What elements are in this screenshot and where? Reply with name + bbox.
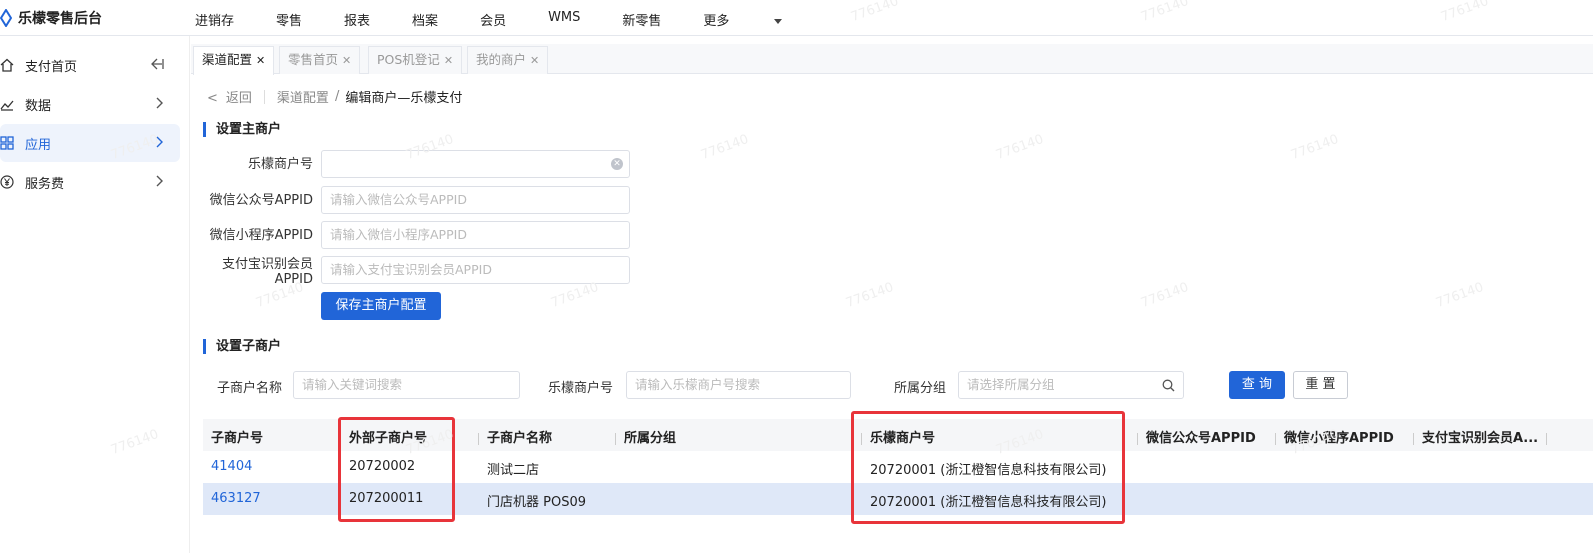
sidebar-item-label: 应用 bbox=[25, 137, 52, 153]
sub-merchant-name-search[interactable]: 请输入关键词搜索 bbox=[293, 371, 520, 399]
filter-label: 所属分组 bbox=[894, 381, 947, 396]
breadcrumb-separator: / bbox=[334, 89, 340, 104]
close-icon[interactable]: ✕ bbox=[530, 54, 539, 67]
search-icon bbox=[1162, 379, 1175, 392]
nav-item-reports[interactable]: 报表 bbox=[344, 10, 370, 29]
sidebar: 支付首页 数据 应用 服务费 bbox=[0, 36, 190, 553]
sidebar-item-pay-home[interactable]: 支付首页 bbox=[0, 46, 180, 84]
nav-item-more[interactable]: 更多 bbox=[703, 10, 783, 29]
nav-item-inventory[interactable]: 进销存 bbox=[195, 10, 234, 29]
tab-label: 零售首页 bbox=[288, 52, 339, 67]
tab-retail-home[interactable]: 零售首页 ✕ bbox=[279, 46, 361, 74]
query-button[interactable]: 查 询 bbox=[1229, 371, 1285, 399]
back-link[interactable]: < 返回 bbox=[207, 87, 252, 106]
column-header: 微信公众号APPID bbox=[1137, 427, 1256, 446]
field-label: 微信小程序APPID bbox=[209, 228, 313, 243]
yen-icon bbox=[0, 175, 14, 189]
logo-icon bbox=[0, 9, 12, 27]
filter-label: 子商户名称 bbox=[217, 381, 283, 396]
clear-icon[interactable]: ✕ bbox=[611, 158, 623, 170]
table-cell: 门店机器 POS09 bbox=[487, 495, 586, 510]
sub-merchant-id-link[interactable]: 41404 bbox=[211, 459, 252, 474]
nav-item-wms[interactable]: WMS bbox=[548, 10, 580, 29]
sidebar-item-service-fee[interactable]: 服务费 bbox=[0, 163, 180, 201]
chevron-left-icon: < bbox=[207, 91, 218, 106]
main-merchant-title: 设置主商户 bbox=[203, 122, 281, 137]
grid-icon bbox=[0, 136, 14, 150]
save-main-merchant-button[interactable]: 保存主商户配置 bbox=[321, 292, 441, 320]
top-navbar: 乐檬零售后台 进销存 零售 报表 档案 会员 WMS 新零售 更多 bbox=[0, 0, 1593, 36]
tab-my-merchant[interactable]: 我的商户 ✕ bbox=[467, 46, 549, 74]
sidebar-item-label: 服务费 bbox=[25, 176, 65, 192]
chevron-right-icon bbox=[156, 175, 163, 187]
tab-channel-config[interactable]: 渠道配置 ✕ bbox=[193, 46, 275, 75]
field-label: 微信公众号APPID bbox=[209, 193, 313, 208]
sidebar-item-data[interactable]: 数据 bbox=[0, 85, 180, 123]
breadcrumb: < 返回 渠道配置 / 编辑商户—乐檬支付 bbox=[207, 87, 462, 106]
chevron-right-icon bbox=[156, 97, 163, 109]
wechat-miniprogram-appid-input[interactable]: 请输入微信小程序APPID bbox=[321, 221, 630, 249]
column-header-label: 子商户名称 bbox=[487, 431, 553, 446]
nav-item-member[interactable]: 会员 bbox=[480, 10, 506, 29]
column-header: 支付宝识别会员A... bbox=[1413, 427, 1555, 446]
lemeng-merchant-id-search[interactable]: 请输入乐檬商户号搜索 bbox=[626, 371, 851, 399]
divider bbox=[263, 89, 265, 104]
brand[interactable]: 乐檬零售后台 bbox=[0, 8, 102, 28]
alipay-member-appid-input[interactable]: 请输入支付宝识别会员APPID bbox=[321, 256, 630, 284]
main-nav: 进销存 零售 报表 档案 会员 WMS 新零售 更多 bbox=[195, 10, 824, 29]
tab-pos-register[interactable]: POS机登记 ✕ bbox=[368, 46, 463, 74]
chart-icon bbox=[0, 100, 14, 111]
nav-item-new-retail[interactable]: 新零售 bbox=[622, 10, 661, 29]
breadcrumb-parent[interactable]: 渠道配置 bbox=[277, 87, 329, 106]
tab-label: POS机登记 bbox=[377, 52, 440, 67]
back-label: 返回 bbox=[225, 91, 252, 106]
tab-label: 我的商户 bbox=[476, 52, 527, 67]
column-header-label: 微信公众号APPID bbox=[1146, 431, 1256, 446]
highlight-box-lemeng-id bbox=[851, 411, 1125, 524]
sub-merchant-id-link[interactable]: 463127 bbox=[211, 491, 261, 506]
home-icon bbox=[0, 58, 14, 72]
close-icon[interactable]: ✕ bbox=[256, 54, 265, 67]
group-select[interactable]: 请选择所属分组 bbox=[958, 371, 1184, 399]
collapse-sidebar-icon[interactable] bbox=[150, 57, 164, 71]
nav-more-label: 更多 bbox=[703, 14, 730, 29]
nav-item-retail[interactable]: 零售 bbox=[276, 10, 302, 29]
column-header: 子商户名称 bbox=[478, 427, 552, 446]
column-header: 子商户号 bbox=[211, 431, 264, 446]
column-header: 所属分组 bbox=[615, 427, 676, 446]
caret-down-icon bbox=[774, 19, 783, 24]
reset-button[interactable]: 重 置 bbox=[1293, 371, 1348, 399]
tab-bar: 渠道配置 ✕ 零售首页 ✕ POS机登记 ✕ 我的商户 ✕ bbox=[191, 44, 1593, 75]
table-cell: 测试二店 bbox=[487, 463, 540, 478]
brand-name: 乐檬零售后台 bbox=[18, 11, 102, 27]
tab-label: 渠道配置 bbox=[202, 52, 253, 67]
select-placeholder: 请选择所属分组 bbox=[967, 377, 1055, 392]
sidebar-item-label: 数据 bbox=[25, 98, 52, 114]
nav-item-archive[interactable]: 档案 bbox=[412, 10, 438, 29]
column-header-label: 支付宝识别会员A... bbox=[1422, 431, 1539, 446]
lemeng-merchant-id-input[interactable]: ✕ bbox=[321, 150, 630, 178]
sidebar-item-label: 支付首页 bbox=[25, 59, 78, 75]
breadcrumb-current: 编辑商户—乐檬支付 bbox=[345, 91, 463, 106]
wechat-official-appid-input[interactable]: 请输入微信公众号APPID bbox=[321, 186, 630, 214]
column-header-label: 所属分组 bbox=[624, 431, 677, 446]
filter-label: 乐檬商户号 bbox=[548, 381, 614, 396]
field-label: 乐檬商户号 bbox=[247, 157, 313, 172]
close-icon[interactable]: ✕ bbox=[444, 54, 453, 67]
sub-merchant-title: 设置子商户 bbox=[203, 339, 281, 354]
close-icon[interactable]: ✕ bbox=[342, 54, 351, 67]
